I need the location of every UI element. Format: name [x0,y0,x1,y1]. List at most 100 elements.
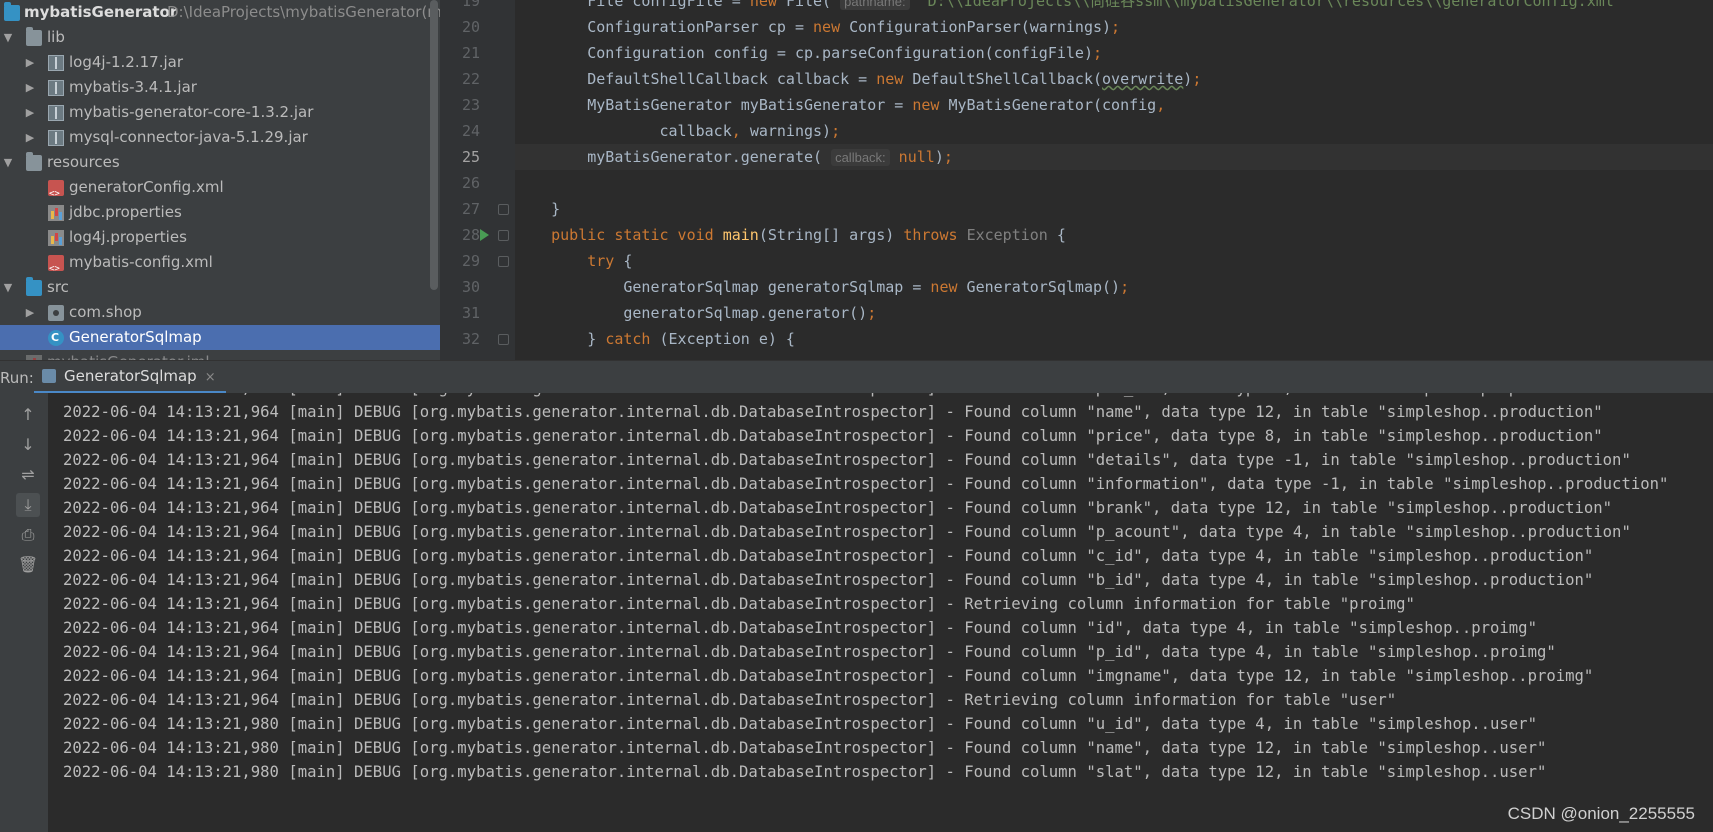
code-line[interactable]: generatorSqlmap.generator(); [515,300,1713,326]
tree-item-label: mybatis-config.xml [69,253,213,271]
tree-item[interactable]: GeneratorSqlmap [0,325,440,350]
code-token: DefaultShellCallback( [912,70,1103,88]
tree-item[interactable]: jdbc.properties [0,200,440,225]
line-number: 30 [461,278,480,296]
scroll-to-end-icon[interactable]: ⤓ [16,493,40,517]
run-console[interactable]: 2022-06-04 14:13:21,964 [main] DEBUG [or… [48,393,1713,832]
fold-icon[interactable] [498,204,509,215]
parameter-hint: pathname: [840,0,910,10]
log-line: 2022-06-04 14:13:21,980 [main] DEBUG [or… [63,763,1547,781]
run-tab[interactable]: GeneratorSqlmap × [34,361,226,394]
print-icon[interactable]: ⎙ [16,523,40,547]
code-line[interactable] [515,170,1713,196]
xml-file-icon [48,255,64,282]
tree-item[interactable]: ▶ mybatis-generator-core-1.3.2.jar [0,100,440,125]
code-line[interactable]: public static void main(String[] args) t… [515,222,1713,248]
code-line[interactable]: MyBatisGenerator myBatisGenerator = new … [515,92,1713,118]
tree-item[interactable]: ▶ mysql-connector-java-5.1.29.jar [0,125,440,150]
tree-item-label: log4j-1.2.17.jar [69,53,183,71]
code-token: ) [1183,70,1193,88]
line-number: 25 [461,148,480,166]
trash-icon[interactable]: 🗑 [16,553,40,577]
code-token: new [876,70,913,88]
parameter-hint: callback: [831,149,890,166]
code-token: new [912,96,949,114]
log-line: 2022-06-04 14:13:21,964 [main] DEBUG [or… [63,547,1594,565]
project-root[interactable]: mybatisGenerator D:\IdeaProjects\mybatis… [0,0,440,25]
soft-wrap-icon[interactable]: ⇌ [16,463,40,487]
tree-item[interactable]: ▼ lib [0,25,440,50]
chevron-down-icon[interactable]: ▼ [2,275,14,300]
tree-scrollbar[interactable] [430,0,438,290]
tree-item-label: mybatis-generator-core-1.3.2.jar [69,103,314,121]
tree-item[interactable]: ▶ com.shop [0,300,440,325]
tree-item-label: GeneratorSqlmap [69,328,202,346]
log-line: 2022-06-04 14:13:21,964 [main] DEBUG [or… [63,691,1397,709]
line-number: 26 [461,174,480,192]
code-token: } [515,330,606,348]
log-line: 2022-06-04 14:13:21,964 [main] DEBUG [or… [63,427,1603,445]
run-gutter-icon[interactable] [480,229,489,241]
line-number: 24 [461,122,480,140]
tree-item[interactable]: ▼ src [0,275,440,300]
jar-icon [48,105,64,121]
tree-item[interactable]: ▼ resources [0,150,440,175]
tree-item[interactable]: mybatis-config.xml [0,250,440,282]
tree-item[interactable]: generatorConfig.xml [0,175,440,207]
chevron-right-icon[interactable]: ▶ [24,50,36,75]
code-token: new [749,0,786,10]
project-tree: mybatisGenerator D:\IdeaProjects\mybatis… [0,0,440,360]
code-line[interactable]: callback, warnings); [515,118,1713,144]
code-line[interactable]: try { [515,248,1713,274]
code-token: ; [831,122,841,140]
tree-item-label: mybatis-3.4.1.jar [69,78,197,96]
arrow-down-icon[interactable]: ↓ [16,433,40,457]
xml-file-icon [48,180,64,207]
arrow-up-icon[interactable]: ↑ [16,403,40,427]
code-line[interactable]: Configuration config = cp.parseConfigura… [515,40,1713,66]
code-line[interactable]: } catch (Exception e) { [515,326,1713,352]
chevron-right-icon[interactable]: ▶ [24,300,36,325]
run-label: Run: [0,369,34,387]
chevron-right-icon[interactable]: ▶ [24,125,36,150]
tree-item-label: resources [47,153,120,171]
fold-icon[interactable] [498,334,509,345]
tree-item-label: log4j.properties [69,228,187,246]
code-token: (String[] args) [758,226,904,244]
code-token: null [889,148,935,166]
line-number: 20 [461,18,480,36]
code-token: { [1047,226,1066,244]
chevron-down-icon[interactable]: ▼ [2,150,14,175]
jar-icon [48,80,64,96]
code-token: ; [1092,44,1102,62]
log-line: 2022-06-04 14:13:21,980 [main] DEBUG [or… [63,739,1547,757]
tree-item[interactable]: ▶ mybatis-3.4.1.jar [0,75,440,100]
properties-file-icon [48,230,64,246]
chevron-down-icon[interactable]: ▼ [2,25,14,50]
tree-item[interactable]: ▶ log4j-1.2.17.jar [0,50,440,75]
jar-icon [48,130,64,146]
fold-icon[interactable] [498,230,509,241]
code-line[interactable]: ConfigurationParser cp = new Configurati… [515,14,1713,40]
tree-item-label: jdbc.properties [69,203,182,221]
code-editor[interactable]: File configFile = new File( pathname: "D… [515,0,1713,360]
chevron-right-icon[interactable]: ▶ [24,100,36,125]
code-line[interactable]: GeneratorSqlmap generatorSqlmap = new Ge… [515,274,1713,300]
tree-item[interactable]: mybatisGenerator.iml [0,350,440,360]
close-tab-icon[interactable]: × [205,370,216,385]
code-token: } [515,200,561,218]
code-line[interactable]: } [515,196,1713,222]
code-token: ConfigurationParser(warnings) [849,18,1112,36]
code-line[interactable]: myBatisGenerator.generate( callback: nul… [515,144,1713,170]
log-line: 2022-06-04 14:13:21,964 [main] DEBUG [or… [63,643,1556,661]
code-token: myBatisGenerator.generate( [515,148,832,166]
code-line[interactable]: File configFile = new File( pathname: "D… [515,0,1713,14]
tree-item[interactable]: log4j.properties [0,225,440,250]
package-icon [48,305,64,321]
fold-icon[interactable] [498,256,509,267]
log-line: 2022-06-04 14:13:21,964 [main] DEBUG [or… [63,667,1594,685]
code-line[interactable]: DefaultShellCallback callback = new Defa… [515,66,1713,92]
chevron-right-icon[interactable]: ▶ [24,75,36,100]
log-line: 2022-06-04 14:13:21,964 [main] DEBUG [or… [63,475,1669,493]
tree-item-label: src [47,278,69,296]
